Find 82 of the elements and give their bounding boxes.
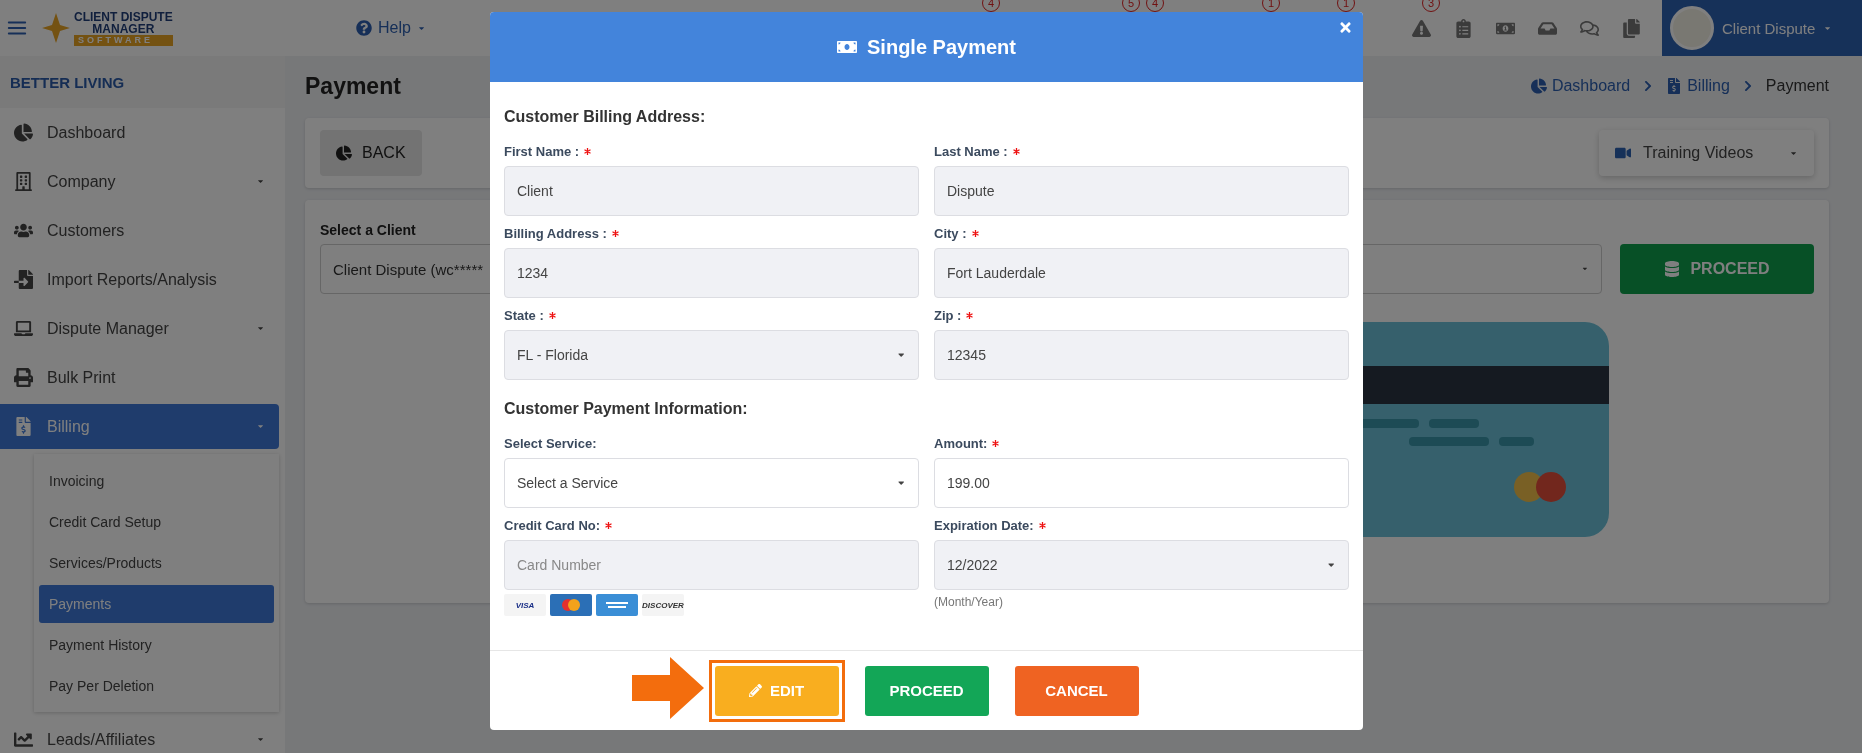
submenu-item[interactable]: Payment History xyxy=(39,625,274,664)
field-label: Amount: xyxy=(934,436,988,451)
sidebar-item[interactable]: Billing xyxy=(0,404,279,449)
submenu-item[interactable]: Credit Card Setup xyxy=(39,502,274,541)
field-label: Select Service: xyxy=(504,436,597,451)
input-field[interactable]: 199.00 xyxy=(934,458,1349,508)
sidebar-item[interactable]: Company xyxy=(0,159,279,204)
card-brand-icon xyxy=(596,594,638,616)
video-icon xyxy=(1615,145,1631,161)
cancel-button[interactable]: CANCEL xyxy=(1014,665,1139,716)
help-menu[interactable]: Help xyxy=(356,19,426,37)
billing-icon xyxy=(1666,78,1683,94)
input-field[interactable]: Fort Lauderdale xyxy=(934,248,1349,298)
card-brand-icon: DISCOVER xyxy=(642,594,684,616)
sidebar-item[interactable]: Import Reports/Analysis xyxy=(0,257,279,302)
customers-icon xyxy=(14,221,33,240)
breadcrumb-link[interactable]: Payment xyxy=(1765,77,1829,95)
dashboard-icon xyxy=(14,123,33,142)
submenu-item[interactable]: Pay Per Deletion xyxy=(39,666,274,705)
field-label: Zip : xyxy=(934,308,962,323)
leads-icon xyxy=(14,730,33,749)
logo-text: MANAGER xyxy=(91,22,156,35)
avatar-icon xyxy=(1670,6,1714,50)
copy-icon[interactable] xyxy=(1621,18,1641,38)
submenu-item[interactable]: Payments xyxy=(39,584,274,623)
dashboard-icon xyxy=(1530,78,1547,94)
caret-icon xyxy=(1581,265,1589,273)
input-field[interactable]: 1234 xyxy=(504,248,919,298)
field-label: Last Name : xyxy=(934,144,1008,159)
input-field[interactable]: Client xyxy=(504,166,919,216)
help-icon xyxy=(356,20,372,36)
submenu-item[interactable]: Invoicing xyxy=(39,461,274,500)
card-brand-icon xyxy=(550,594,592,616)
warning-icon[interactable] xyxy=(1411,18,1431,38)
sidebar-item[interactable]: Bulk Print xyxy=(0,355,279,400)
field-label: Billing Address : xyxy=(504,226,607,241)
print-icon xyxy=(14,368,33,387)
database-icon xyxy=(1664,261,1681,277)
section-title: Customer Billing Address: xyxy=(504,108,707,126)
training-videos-dropdown[interactable]: Training Videos xyxy=(1599,130,1814,176)
proceed-button[interactable]: PROCEED xyxy=(1620,244,1814,294)
company-icon xyxy=(14,172,33,191)
field-hint: (Month/Year) xyxy=(934,595,1004,609)
sidebar-item[interactable]: Leads/Affiliates xyxy=(0,717,279,753)
field-label: Credit Card No: xyxy=(504,518,601,533)
company-name: BETTER LIVING xyxy=(0,56,285,108)
import-icon xyxy=(14,270,33,289)
select-field[interactable]: 12/2022 xyxy=(934,540,1349,590)
input-field[interactable]: Card Number xyxy=(504,540,919,590)
input-field[interactable]: 12345 xyxy=(934,330,1349,380)
dialog-title: Single Payment xyxy=(867,35,1016,59)
close-icon xyxy=(1338,20,1353,35)
section-title: Customer Payment Information: xyxy=(504,400,749,418)
sidebar-item[interactable]: Dispute Manager xyxy=(0,306,279,351)
logo-icon xyxy=(42,13,70,43)
card-brand-icon: VISA xyxy=(504,594,546,616)
breadcrumb-link[interactable]: Dashboard xyxy=(1530,77,1631,95)
user-menu[interactable]: Client Dispute xyxy=(1662,0,1862,56)
select-field[interactable]: FL - Florida xyxy=(504,330,919,380)
pencil-icon xyxy=(748,684,762,697)
arrow-icon xyxy=(631,656,704,719)
field-label: City : xyxy=(934,226,967,241)
laptop-icon xyxy=(14,319,33,338)
breadcrumb-link[interactable]: Billing xyxy=(1666,77,1730,95)
input-field[interactable]: Dispute xyxy=(934,166,1349,216)
billing-icon xyxy=(14,417,33,436)
page-title: Payment xyxy=(305,72,401,100)
submenu-item[interactable]: Services/Products xyxy=(39,543,274,582)
field-label: First Name : xyxy=(504,144,580,159)
comments-icon[interactable] xyxy=(1579,18,1599,38)
proceed-button[interactable]: PROCEED xyxy=(864,665,989,716)
select-field[interactable]: Select a Service xyxy=(504,458,919,508)
field-label: Select a Client xyxy=(320,222,416,238)
logo-text: CLIENT DISPUTE xyxy=(74,10,173,23)
logo-text: SOFTWARE xyxy=(74,34,173,46)
back-button[interactable]: BACK xyxy=(320,130,422,176)
sidebar-item[interactable]: Dashboard xyxy=(0,110,279,155)
field-label: Expiration Date: xyxy=(934,518,1034,533)
clipboard-icon[interactable] xyxy=(1453,18,1473,38)
field-label: State : xyxy=(504,308,544,323)
pie-chart-icon xyxy=(336,145,352,161)
sidebar-item[interactable]: Customers xyxy=(0,208,279,253)
